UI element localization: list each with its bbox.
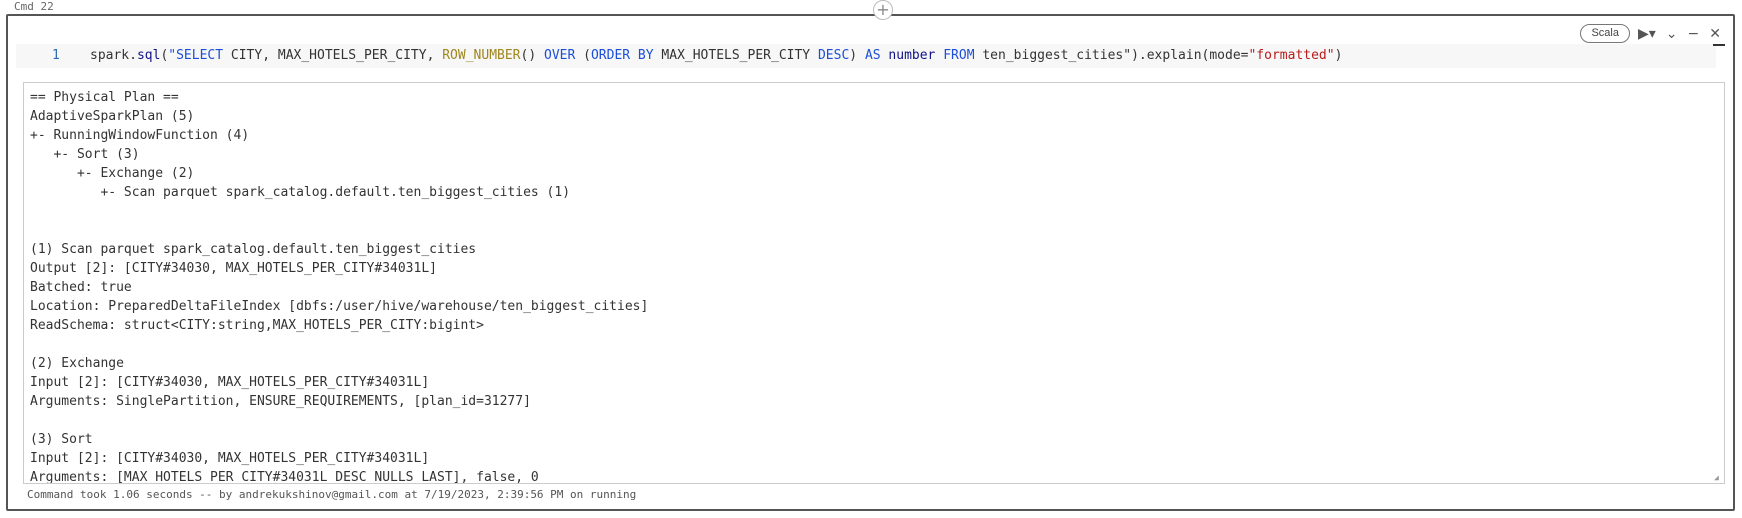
output-line: +- Sort (3) — [30, 147, 140, 162]
code-token: spark. — [90, 48, 137, 63]
notebook-cell[interactable]: Scala ▶▾ ⌄ − ✕ 1 spark.sql ( "SELECT CITY,… — [6, 14, 1735, 511]
output-line: Arguments: [MAX_HOTELS_PER_CITY#34031L D… — [30, 470, 539, 484]
code-token: ORDER BY — [590, 48, 654, 63]
plus-icon: + — [876, 0, 890, 19]
output-line: (3) Sort — [30, 432, 93, 447]
output-line: AdaptiveSparkPlan (5) — [30, 109, 195, 124]
output-line: (1) Scan parquet spark_catalog.default.t… — [30, 242, 477, 257]
code-token: ) — [1334, 48, 1343, 63]
language-selector[interactable]: Scala — [1580, 24, 1630, 43]
output-line: Input [2]: [CITY#34030, MAX_HOTELS_PER_C… — [30, 451, 430, 466]
code-token: "SELECT — [168, 48, 224, 63]
code-token: ) — [849, 48, 865, 63]
command-status: Command took 1.06 seconds -- by andrekuk… — [27, 488, 637, 501]
minimize-icon[interactable]: − — [1686, 26, 1702, 42]
output-line: +- Scan parquet spark_catalog.default.te… — [30, 185, 571, 200]
code-editor[interactable]: 1 spark.sql ( "SELECT CITY, MAX_HOTELS_PER… — [16, 44, 1716, 68]
code-token: ten_biggest_cities" — [974, 48, 1132, 63]
output-line: +- RunningWindowFunction (4) — [30, 128, 250, 143]
editor-scroll-marker — [1713, 44, 1725, 46]
code-line[interactable]: spark.sql ( "SELECT CITY, MAX_HOTELS_PER_C… — [90, 48, 1342, 63]
output-line: Batched: true — [30, 280, 132, 295]
code-token: ROW_NUMBER — [442, 48, 521, 63]
resize-handle-icon[interactable]: ◢ — [1714, 473, 1722, 482]
cell-toolbar: Scala ▶▾ ⌄ − ✕ — [1580, 24, 1723, 43]
collapse-icon[interactable]: ⌄ — [1664, 26, 1680, 42]
code-token: "formatted" — [1248, 48, 1335, 63]
close-icon[interactable]: ✕ — [1707, 26, 1723, 42]
output-line: +- Exchange (2) — [30, 166, 195, 181]
output-line: Arguments: SinglePartition, ENSURE_REQUI… — [30, 394, 531, 409]
code-token: ).explain(mode= — [1131, 48, 1249, 63]
code-token: CITY, MAX_HOTELS_PER_CITY, — [223, 48, 443, 63]
code-token: number — [880, 48, 944, 63]
output-line: (2) Exchange — [30, 356, 124, 371]
code-token: DESC — [817, 48, 850, 63]
code-token: FROM — [943, 48, 975, 63]
code-token: OVER — [544, 48, 576, 63]
output-line: == Physical Plan == — [30, 90, 179, 105]
add-cell-button[interactable]: + — [873, 0, 893, 20]
line-number: 1 — [52, 48, 60, 63]
run-icon[interactable]: ▶▾ — [1636, 26, 1658, 42]
output-line: Location: PreparedDeltaFileIndex [dbfs:/… — [30, 299, 649, 314]
code-token: () — [520, 48, 544, 63]
output-line: Output [2]: [CITY#34030, MAX_HOTELS_PER_… — [30, 261, 437, 276]
output-line: ReadSchema: struct<CITY:string,MAX_HOTEL… — [30, 318, 484, 333]
code-token: MAX_HOTELS_PER_CITY — [653, 48, 818, 63]
explain-output: == Physical Plan == AdaptiveSparkPlan (5)… — [24, 83, 1724, 484]
output-panel[interactable]: == Physical Plan == AdaptiveSparkPlan (5)… — [23, 82, 1725, 484]
code-token: ( — [575, 48, 591, 63]
code-token: sql — [136, 48, 161, 63]
code-token: AS — [864, 48, 881, 63]
output-line: Input [2]: [CITY#34030, MAX_HOTELS_PER_C… — [30, 375, 430, 390]
cell-command-label: Cmd 22 — [14, 0, 54, 13]
